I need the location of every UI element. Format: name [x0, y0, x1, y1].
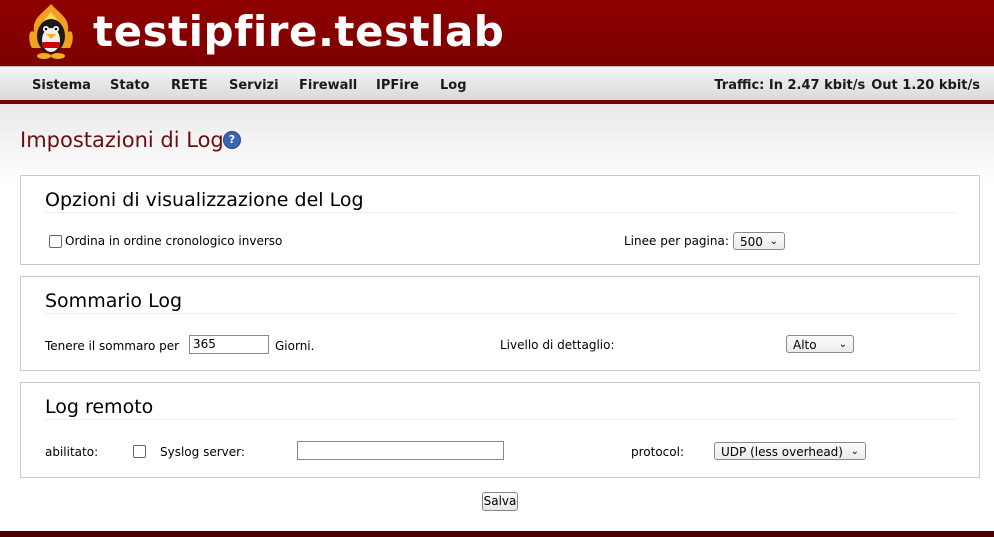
chevron-down-icon: ⌄ — [769, 236, 778, 247]
nav-item-stato[interactable]: Stato — [110, 78, 150, 93]
nav-item-servizi[interactable]: Servizi — [229, 78, 279, 93]
keep-summary-days-input[interactable]: 365 — [189, 335, 269, 354]
lines-per-page-label: Linee per pagina: — [624, 234, 729, 248]
save-button[interactable]: Salva — [482, 492, 518, 511]
protocol-select[interactable]: UDP (less overhead) ⌄ — [714, 442, 866, 460]
nav-item-log[interactable]: Log — [440, 78, 467, 93]
reverse-order-label: Ordina in ordine cronologico inverso — [65, 234, 283, 248]
detail-level-select[interactable]: Alto ⌄ — [786, 335, 854, 353]
display-options-panel: Opzioni di visualizzazione del Log Ordin… — [20, 175, 980, 265]
main-nav: Sistema Stato RETE Servizi Firewall IPFi… — [0, 66, 994, 101]
display-options-title: Opzioni di visualizzazione del Log — [45, 189, 364, 211]
nav-item-rete[interactable]: RETE — [171, 78, 208, 93]
remote-log-title: Log remoto — [45, 396, 154, 418]
remote-log-panel: Log remoto abilitato: Syslog server: pro… — [20, 382, 980, 478]
site-title: testipfire.testlab — [93, 7, 505, 56]
traffic-status: Traffic: In 2.47 kbit/s Out 1.20 kbit/s — [708, 78, 980, 93]
site-header: testipfire.testlab — [0, 0, 994, 66]
protocol-value: UDP (less overhead) — [721, 445, 843, 459]
divider — [45, 313, 957, 314]
remote-enabled-checkbox[interactable] — [133, 445, 146, 458]
traffic-in: Traffic: In 2.47 kbit/s — [714, 78, 866, 93]
syslog-server-input[interactable] — [297, 441, 504, 460]
nav-item-sistema[interactable]: Sistema — [32, 78, 91, 93]
reverse-order-checkbox[interactable] — [49, 235, 62, 248]
log-summary-panel: Sommario Log Tenere il sommaro per 365 G… — [20, 276, 980, 371]
nav-item-firewall[interactable]: Firewall — [299, 78, 357, 93]
nav-item-ipfire[interactable]: IPFire — [376, 78, 419, 93]
syslog-server-label: Syslog server: — [160, 445, 245, 459]
keep-summary-label: Tenere il sommaro per — [45, 339, 180, 353]
detail-level-label: Livello di dettaglio: — [500, 338, 615, 352]
divider — [45, 419, 957, 420]
protocol-label: protocol: — [631, 445, 684, 459]
chevron-down-icon: ⌄ — [850, 446, 859, 457]
help-icon[interactable]: ? — [223, 131, 241, 149]
ipfire-logo-icon — [29, 4, 73, 59]
traffic-out: Out 1.20 kbit/s — [871, 78, 980, 93]
detail-level-value: Alto — [793, 338, 817, 352]
lines-per-page-value: 500 — [740, 235, 763, 249]
log-summary-title: Sommario Log — [45, 290, 183, 312]
remote-enabled-label: abilitato: — [45, 445, 99, 459]
page-title: Impostazioni di Log — [20, 128, 224, 152]
chevron-down-icon: ⌄ — [838, 339, 847, 350]
footer-bar — [0, 531, 994, 537]
divider — [45, 212, 957, 213]
days-label: Giorni. — [275, 339, 315, 353]
lines-per-page-select[interactable]: 500 ⌄ — [733, 232, 785, 250]
